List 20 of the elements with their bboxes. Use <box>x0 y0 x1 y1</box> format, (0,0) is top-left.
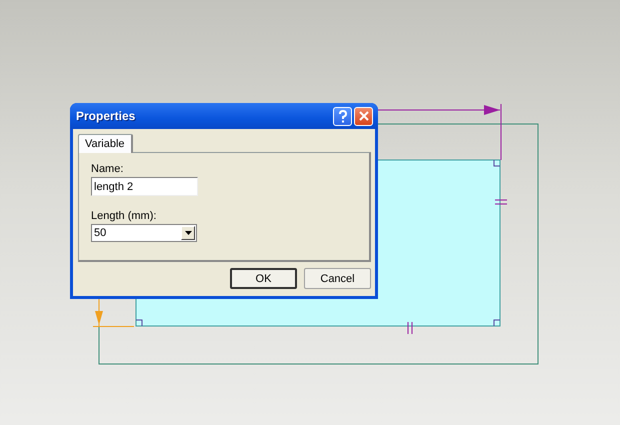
dialog-button[interactable]: OK <box>230 268 297 289</box>
dropdown-button[interactable] <box>181 226 195 240</box>
caret-icon <box>184 231 192 235</box>
tab[interactable]: Variable <box>78 134 133 153</box>
help-button[interactable] <box>333 106 352 126</box>
name-field[interactable]: length 2 <box>91 177 198 196</box>
corner-marker-icon <box>494 320 500 326</box>
field-label: Length (mm): <box>91 210 156 222</box>
dialog-title: Properties <box>76 109 136 123</box>
equal-constraint-icon <box>494 200 508 204</box>
field-label: Name: <box>91 163 124 175</box>
corner-marker-icon <box>136 320 142 326</box>
close-icon <box>358 111 368 121</box>
close-button[interactable] <box>354 106 373 126</box>
corner-marker-icon <box>494 160 500 166</box>
dialog-button[interactable]: Cancel <box>304 268 371 289</box>
help-icon <box>338 110 348 122</box>
dimension-arrow <box>92 298 134 327</box>
equal-constraint-icon <box>408 322 412 334</box>
length-combo-box[interactable]: 50 <box>91 224 197 242</box>
